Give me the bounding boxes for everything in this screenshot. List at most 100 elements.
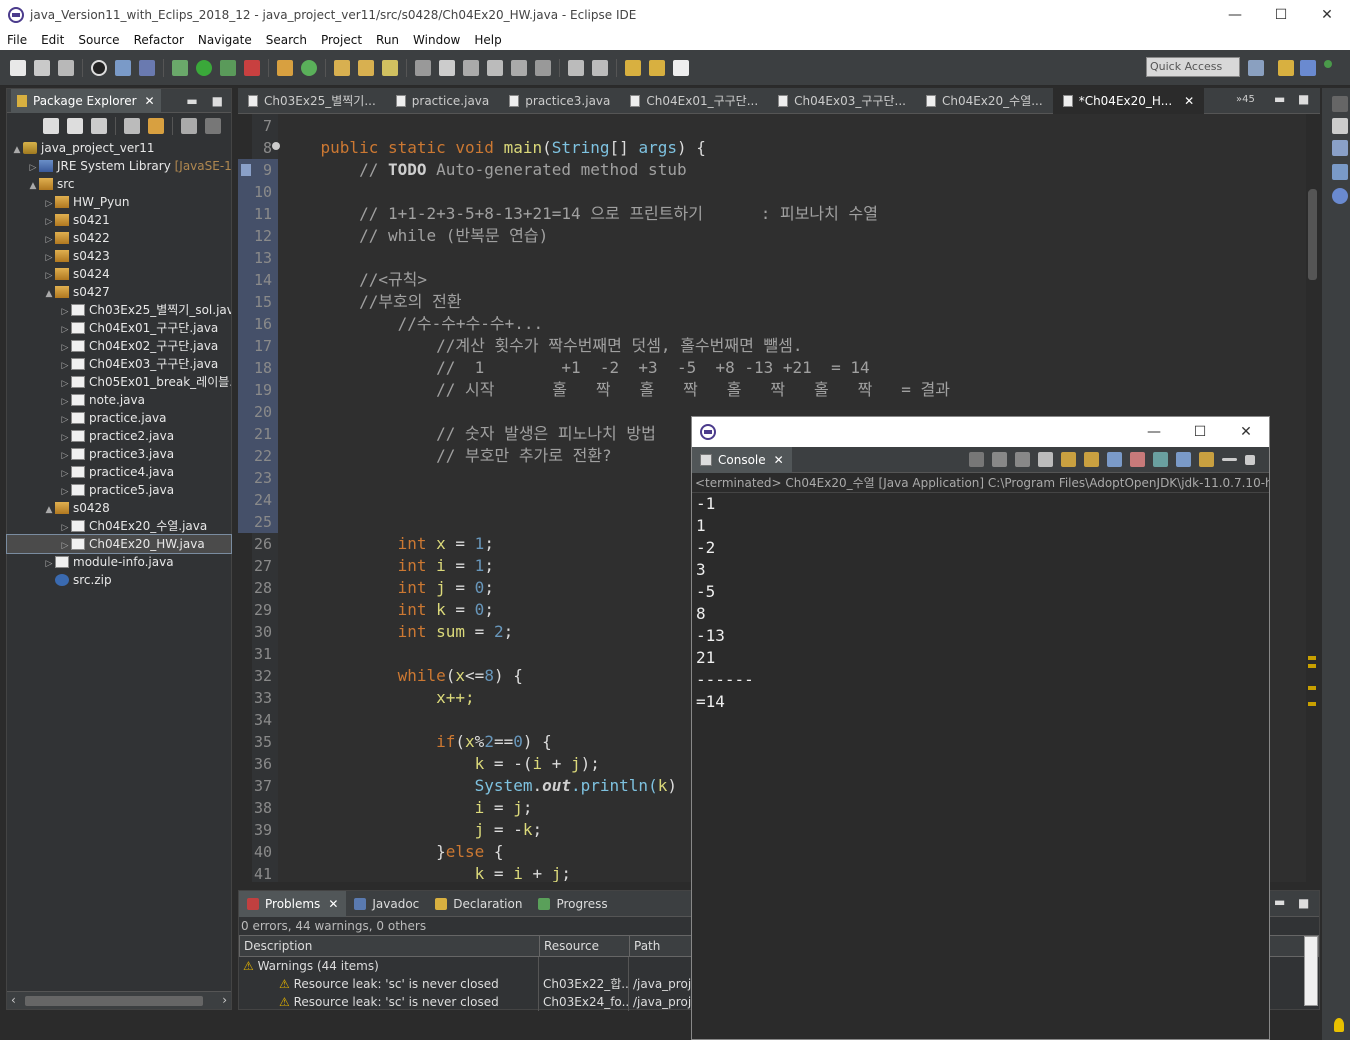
expand-arrow-icon[interactable]: ▷ [43, 231, 55, 247]
maximize-console-icon[interactable] [1245, 455, 1255, 465]
maximize-editor-icon[interactable]: ■ [1298, 92, 1309, 106]
expand-arrow-icon[interactable]: ▷ [59, 303, 71, 319]
warning-marker[interactable] [1308, 664, 1316, 668]
menu-window[interactable]: Window [406, 33, 467, 47]
menu-refactor[interactable]: Refactor [127, 33, 191, 47]
tree-item[interactable]: ▷ JRE System Library [JavaSE-11] [7, 157, 231, 175]
expand-arrow-icon[interactable]: ▷ [59, 411, 71, 427]
code-line[interactable]: // 시작 홀 짝 홀 짝 홀 짝 홀 짝 = 결과 [282, 379, 950, 401]
back-arrow-icon[interactable] [43, 118, 59, 134]
minimize-bottom-panel-icon[interactable]: ▬ [1274, 895, 1285, 909]
tree-item[interactable]: ▷ Ch04Ex02_구구단.java [7, 337, 231, 355]
console-output[interactable]: -1 1 -2 3 -5 8 -13 21 ------ =14 [692, 493, 1269, 713]
code-line[interactable]: //계산 횟수가 짝수번째면 덧셈, 홀수번째면 뺄셈. [282, 335, 802, 357]
code-line[interactable]: if(x%2==0) { [282, 731, 552, 753]
expand-arrow-icon[interactable]: ▷ [59, 483, 71, 499]
code-line[interactable]: // 1+1-2+3-5+8-13+21=14 으로 프린트하기 : 피보나치 … [282, 203, 878, 225]
tree-item[interactable]: ▷ practice5.java [7, 481, 231, 499]
back-icon[interactable] [649, 59, 665, 76]
remove-launch-icon[interactable] [992, 452, 1007, 467]
code-line[interactable]: public static void main(String[] args) { [282, 137, 706, 159]
tree-item[interactable]: ▷ Ch04Ex03_구구단.java [7, 355, 231, 373]
overview-thumb[interactable] [1308, 190, 1317, 280]
quick-access-field[interactable]: Quick Access [1146, 57, 1240, 77]
package-explorer-tab[interactable]: Package Explorer ✕ [11, 88, 161, 113]
tree-item[interactable]: ▷ practice4.java [7, 463, 231, 481]
code-line[interactable]: k = i + j; [282, 863, 571, 882]
editor-tabs-overflow[interactable]: »45 [1236, 94, 1255, 105]
task-list-icon[interactable] [1332, 118, 1348, 134]
tree-item[interactable]: ▷ practice2.java [7, 427, 231, 445]
expand-arrow-icon[interactable]: ▷ [59, 339, 71, 355]
editor-tab[interactable]: Ch03Ex25_별찍기... [238, 88, 386, 114]
new-class-icon[interactable] [301, 59, 317, 76]
close-tab-icon[interactable]: ✕ [145, 94, 155, 108]
menu-file[interactable]: File [0, 33, 34, 47]
console-tab[interactable]: Console ✕ [692, 446, 792, 473]
coverage-icon[interactable] [220, 59, 236, 76]
show-whitespace-icon[interactable] [535, 59, 551, 76]
open-task-icon[interactable] [358, 59, 374, 76]
bottom-tab-progress[interactable]: Progress [530, 891, 615, 917]
remove-all-terminated-icon[interactable] [1015, 452, 1030, 467]
code-line[interactable]: // while (반복문 연습) [282, 225, 548, 247]
block-selection-icon[interactable] [487, 59, 503, 76]
column-resource[interactable]: Resource [540, 936, 630, 956]
collapse-all-icon[interactable] [124, 118, 140, 134]
minimize-panel-icon[interactable]: ▬ [186, 94, 197, 108]
hierarchy-icon[interactable] [1332, 164, 1348, 180]
code-line[interactable]: }else { [282, 841, 503, 863]
code-line[interactable]: int j = 0; [282, 577, 494, 599]
tree-item[interactable]: ▷ note.java [7, 391, 231, 409]
new-package-icon[interactable] [277, 59, 293, 76]
toggle-breadcrumb-icon[interactable] [463, 59, 479, 76]
expand-arrow-icon[interactable]: ▷ [43, 213, 55, 229]
tree-item[interactable]: ▷ Ch04Ex01_구구단.java [7, 319, 231, 337]
editor-tab[interactable]: Ch04Ex20_수열... [916, 88, 1053, 114]
problems-scrollbar[interactable] [1304, 936, 1318, 1006]
code-line[interactable]: // 부호만 추가로 전환? [282, 445, 612, 467]
code-line[interactable]: System.out.println(k) [282, 775, 677, 797]
expand-arrow-icon[interactable]: ▷ [59, 393, 71, 409]
menu-source[interactable]: Source [71, 33, 126, 47]
word-wrap-icon[interactable] [511, 59, 527, 76]
code-line[interactable]: int x = 1; [282, 533, 494, 555]
minimize-console-icon[interactable] [1222, 458, 1237, 461]
code-line[interactable]: j = -k; [282, 819, 542, 841]
pin-console-icon[interactable] [1153, 452, 1168, 467]
forward-arrow-icon[interactable] [67, 118, 83, 134]
debug-run-icon[interactable] [172, 59, 188, 76]
word-wrap-icon[interactable] [1084, 452, 1099, 467]
skip-breakpoints-icon[interactable] [139, 59, 155, 76]
code-line[interactable]: int k = 0; [282, 599, 494, 621]
bottom-tab-declaration[interactable]: Declaration [427, 891, 530, 917]
expand-arrow-icon[interactable]: ▷ [43, 267, 55, 283]
restore-icon[interactable] [1332, 96, 1348, 112]
scroll-right-icon[interactable]: › [222, 993, 227, 1007]
terminal-icon[interactable] [115, 59, 131, 76]
help-icon[interactable] [1332, 188, 1348, 204]
expand-arrow-icon[interactable]: ▷ [59, 537, 71, 553]
warning-marker[interactable] [1308, 656, 1316, 660]
expand-arrow-icon[interactable]: ▲ [43, 501, 55, 517]
code-line[interactable]: // TODO Auto-generated method stub [282, 159, 687, 181]
tree-item[interactable]: ▷ Ch03Ex25_별찍기_sol.java [7, 301, 231, 319]
bottom-tab-problems[interactable]: Problems ✕ [239, 890, 347, 917]
expand-arrow-icon[interactable]: ▲ [11, 141, 23, 157]
tree-item[interactable]: ▷ Ch04Ex20_수열.java [7, 517, 231, 535]
code-line[interactable]: x++; [282, 687, 475, 709]
next-annotation-icon[interactable] [568, 59, 584, 76]
git-perspective-icon[interactable] [1324, 60, 1332, 68]
code-line[interactable]: int i = 1; [282, 555, 494, 577]
menu-search[interactable]: Search [259, 33, 314, 47]
scroll-left-icon[interactable]: ‹ [11, 993, 16, 1007]
editor-tab[interactable]: practice.java [386, 88, 499, 114]
expand-arrow-icon[interactable]: ▷ [59, 465, 71, 481]
link-editor-icon[interactable] [148, 118, 164, 134]
tree-item[interactable]: ▲ s0427 [7, 283, 231, 301]
editor-tab[interactable]: *Ch04Ex20_H... ✕ [1052, 87, 1205, 114]
tree-item[interactable]: ▷ practice3.java [7, 445, 231, 463]
expand-arrow-icon[interactable]: ▲ [43, 285, 55, 301]
tree-item[interactable]: src.zip [7, 571, 231, 589]
close-tab-icon[interactable]: ✕ [774, 453, 784, 467]
